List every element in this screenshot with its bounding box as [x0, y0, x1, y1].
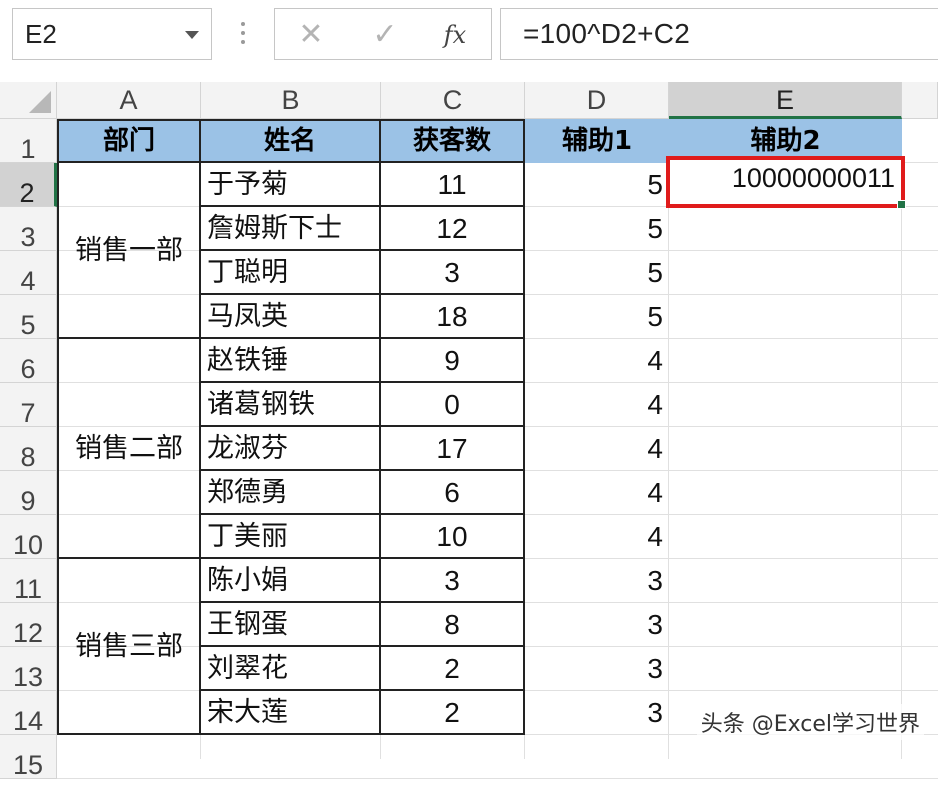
row-header-12[interactable]: 12 — [0, 603, 57, 648]
department-cell[interactable]: 销售二部 — [57, 339, 201, 559]
header-cell-c[interactable]: 获客数 — [381, 119, 525, 163]
row-header-5[interactable]: 5 — [0, 295, 57, 340]
name-cell[interactable]: 马凤英 — [201, 295, 381, 339]
aux1-cell[interactable]: 3 — [525, 603, 669, 647]
row-header-14[interactable]: 14 — [0, 691, 57, 736]
check-icon[interactable]: ✓ — [355, 15, 415, 55]
close-icon[interactable]: ✕ — [281, 15, 341, 55]
name-cell[interactable]: 陈小娟 — [201, 559, 381, 603]
count-cell[interactable]: 8 — [381, 603, 525, 647]
select-all-icon — [29, 91, 51, 113]
selected-cell-e2[interactable]: 10000000011 — [666, 156, 906, 209]
name-cell[interactable]: 丁聪明 — [201, 251, 381, 295]
table-top-border — [57, 119, 525, 121]
aux1-cell[interactable]: 4 — [525, 515, 669, 559]
count-cell[interactable]: 2 — [381, 647, 525, 691]
column-header-blank — [902, 82, 938, 119]
gridline-vertical — [901, 119, 902, 759]
name-cell[interactable]: 诸葛钢铁 — [201, 383, 381, 427]
fill-handle[interactable] — [897, 200, 906, 209]
name-cell[interactable]: 刘翠花 — [201, 647, 381, 691]
aux1-cell[interactable]: 3 — [525, 647, 669, 691]
count-cell[interactable]: 6 — [381, 471, 525, 515]
row-header-13[interactable]: 13 — [0, 647, 57, 692]
row-header-7[interactable]: 7 — [0, 383, 57, 428]
name-box[interactable]: E2 — [12, 8, 212, 60]
row-header-11[interactable]: 11 — [0, 559, 57, 604]
aux1-cell[interactable]: 5 — [525, 295, 669, 339]
aux1-cell[interactable]: 3 — [525, 691, 669, 735]
row-header-1[interactable]: 1 — [0, 119, 57, 164]
aux1-cell[interactable]: 5 — [525, 163, 669, 207]
column-header-c[interactable]: C — [381, 82, 525, 119]
header-cell-a[interactable]: 部门 — [57, 119, 201, 163]
name-cell[interactable]: 丁美丽 — [201, 515, 381, 559]
aux1-cell[interactable]: 4 — [525, 383, 669, 427]
name-cell[interactable]: 赵铁锤 — [201, 339, 381, 383]
name-cell[interactable]: 于予菊 — [201, 163, 381, 207]
formula-input[interactable]: =100^D2+C2 — [500, 8, 938, 60]
name-cell[interactable]: 王钢蛋 — [201, 603, 381, 647]
watermark: 头条 @Excel学习世界 — [696, 704, 924, 740]
select-all-button[interactable] — [0, 82, 57, 119]
department-cell[interactable]: 销售三部 — [57, 559, 201, 735]
gridline-horizontal — [57, 778, 938, 779]
name-box-value: E2 — [25, 19, 57, 49]
column-header-e[interactable]: E — [669, 82, 902, 119]
count-cell[interactable]: 10 — [381, 515, 525, 559]
column-header-d[interactable]: D — [525, 82, 669, 119]
row-header-2[interactable]: 2 — [0, 163, 57, 208]
formula-bar: E2 ✕ ✓ fx =100^D2+C2 — [0, 0, 938, 82]
e2-value: 10000000011 — [731, 163, 895, 193]
count-cell[interactable]: 18 — [381, 295, 525, 339]
row-header-9[interactable]: 9 — [0, 471, 57, 516]
department-cell[interactable]: 销售一部 — [57, 163, 201, 339]
name-cell[interactable]: 宋大莲 — [201, 691, 381, 735]
row-header-15[interactable]: 15 — [0, 735, 57, 780]
name-cell[interactable]: 龙淑芬 — [201, 427, 381, 471]
aux1-cell[interactable]: 4 — [525, 339, 669, 383]
header-cell-b[interactable]: 姓名 — [201, 119, 381, 163]
column-header-b[interactable]: B — [201, 82, 381, 119]
aux1-cell[interactable]: 5 — [525, 251, 669, 295]
aux1-cell[interactable]: 5 — [525, 207, 669, 251]
row-header-3[interactable]: 3 — [0, 207, 57, 252]
chevron-down-icon[interactable] — [185, 31, 199, 39]
count-cell[interactable]: 17 — [381, 427, 525, 471]
function-icon[interactable]: fx — [425, 15, 485, 55]
row-header-8[interactable]: 8 — [0, 427, 57, 472]
count-cell[interactable]: 0 — [381, 383, 525, 427]
count-cell[interactable]: 3 — [381, 251, 525, 295]
more-options-icon[interactable] — [238, 18, 248, 54]
aux1-cell[interactable]: 4 — [525, 471, 669, 515]
count-cell[interactable]: 11 — [381, 163, 525, 207]
name-cell[interactable]: 郑德勇 — [201, 471, 381, 515]
column-header-a[interactable]: A — [57, 82, 201, 119]
count-cell[interactable]: 9 — [381, 339, 525, 383]
row-header-10[interactable]: 10 — [0, 515, 57, 560]
count-cell[interactable]: 12 — [381, 207, 525, 251]
name-cell[interactable]: 詹姆斯下士 — [201, 207, 381, 251]
formula-buttons: ✕ ✓ fx — [274, 8, 492, 60]
count-cell[interactable]: 2 — [381, 691, 525, 735]
formula-text: =100^D2+C2 — [523, 18, 691, 49]
row-header-6[interactable]: 6 — [0, 339, 57, 384]
row-header-4[interactable]: 4 — [0, 251, 57, 296]
aux1-cell[interactable]: 4 — [525, 427, 669, 471]
aux1-cell[interactable]: 3 — [525, 559, 669, 603]
count-cell[interactable]: 3 — [381, 559, 525, 603]
spreadsheet-grid: A B C D E 1 2 3 4 5 6 7 8 9 10 11 12 13 14 15 部门 姓名 获客数 辅助1 辅助2 销… — [0, 82, 938, 780]
header-cell-d[interactable]: 辅助1 — [525, 119, 669, 163]
